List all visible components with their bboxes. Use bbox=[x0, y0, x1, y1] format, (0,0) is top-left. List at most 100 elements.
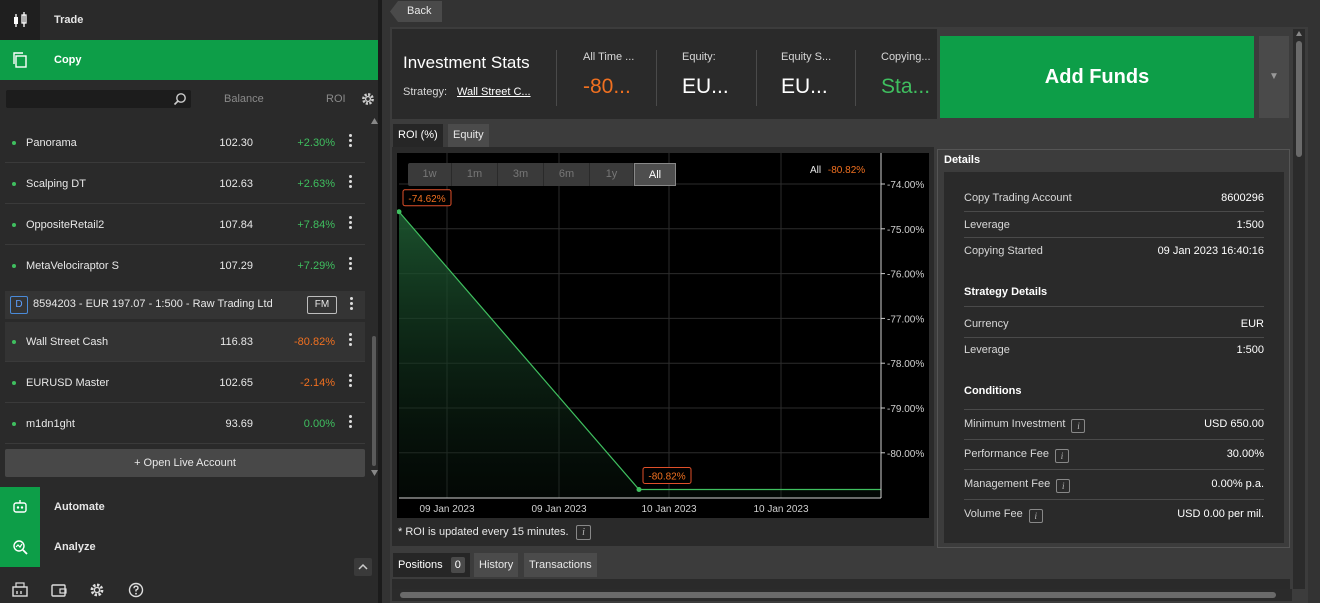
range-button-1y[interactable]: 1y bbox=[590, 163, 634, 186]
more-menu-icon[interactable] bbox=[347, 333, 353, 349]
cashier-icon[interactable] bbox=[11, 582, 29, 598]
detail-row: Volume Fee i USD 0.00 per mil. bbox=[964, 508, 1264, 534]
wallet-icon[interactable] bbox=[50, 582, 68, 598]
balance-column-header[interactable]: Balance bbox=[224, 93, 264, 105]
y-tick-label: -77.00% bbox=[887, 314, 924, 325]
settings-gear-icon[interactable] bbox=[361, 92, 375, 106]
tab-history[interactable]: History bbox=[474, 553, 519, 577]
tab-equity[interactable]: Equity bbox=[448, 124, 489, 147]
detail-row: Copying Started 09 Jan 2023 16:40:16 bbox=[964, 245, 1264, 271]
roi-note: * ROI is updated every 15 minutes. bbox=[398, 526, 569, 538]
more-menu-icon[interactable] bbox=[347, 415, 353, 431]
tab-transactions[interactable]: Transactions bbox=[524, 553, 597, 577]
search-icon[interactable] bbox=[173, 92, 187, 106]
info-icon[interactable]: i bbox=[576, 525, 591, 540]
strategy-name: EURUSD Master bbox=[26, 377, 110, 389]
search-input[interactable] bbox=[6, 90, 191, 108]
range-button-6m[interactable]: 6m bbox=[544, 163, 590, 186]
scroll-up-icon[interactable] bbox=[1296, 31, 1302, 36]
info-icon[interactable]: i bbox=[1028, 509, 1043, 523]
gear-icon[interactable] bbox=[89, 582, 107, 598]
fm-button[interactable]: FM bbox=[307, 296, 337, 314]
detail-key: Leverage bbox=[964, 219, 1010, 231]
scroll-thumb[interactable] bbox=[1296, 41, 1302, 157]
info-icon[interactable]: i bbox=[1056, 479, 1071, 493]
range-button-1m[interactable]: 1m bbox=[452, 163, 498, 186]
detail-value: EUR bbox=[1240, 318, 1264, 330]
detail-key: Currency bbox=[964, 318, 1009, 330]
info-icon[interactable]: i bbox=[1054, 449, 1069, 463]
scroll-thumb[interactable] bbox=[400, 592, 1276, 598]
list-item[interactable]: Scalping DT 102.63 +2.63% bbox=[5, 164, 365, 204]
open-live-account-button[interactable]: + Open Live Account bbox=[5, 449, 365, 477]
detail-key: Minimum Investment i bbox=[964, 418, 1086, 433]
details-title: Details bbox=[944, 154, 981, 166]
range-button-1w[interactable]: 1w bbox=[408, 163, 452, 186]
detail-value: USD 650.00 bbox=[1204, 418, 1264, 430]
chart-legend: All -80.82% bbox=[810, 165, 865, 176]
divider bbox=[964, 469, 1264, 470]
detail-key-text: Management Fee bbox=[964, 478, 1051, 490]
more-menu-icon[interactable] bbox=[347, 216, 353, 232]
add-funds-dropdown[interactable]: ▼ bbox=[1259, 36, 1289, 118]
back-button[interactable]: Back bbox=[390, 1, 442, 22]
detail-key: Management Fee i bbox=[964, 478, 1071, 493]
copying-value: Sta... bbox=[881, 75, 931, 98]
scroll-up-icon[interactable] bbox=[371, 118, 378, 124]
help-icon[interactable] bbox=[128, 582, 146, 598]
detail-value: 09 Jan 2023 16:40:16 bbox=[1157, 245, 1264, 257]
list-item[interactable]: MetaVelociraptor S 107.29 +7.29% bbox=[5, 246, 365, 286]
divider bbox=[964, 237, 1264, 238]
divider bbox=[556, 50, 557, 106]
more-menu-icon[interactable] bbox=[347, 257, 353, 273]
detail-value: 30.00% bbox=[1226, 448, 1264, 460]
scroll-thumb[interactable] bbox=[372, 336, 376, 466]
range-selector: 1w 1m 3m 6m 1y All bbox=[408, 163, 676, 186]
page-title: Investment Stats bbox=[403, 53, 530, 72]
strategy-label: Strategy: bbox=[403, 86, 448, 98]
tab-roi[interactable]: ROI (%) bbox=[393, 124, 443, 147]
scroll-down-icon[interactable] bbox=[371, 470, 378, 476]
account-header[interactable]: D 8594203 - EUR 197.07 - 1:500 - Raw Tra… bbox=[5, 291, 365, 319]
page-scrollbar[interactable] bbox=[1293, 29, 1305, 589]
list-item[interactable]: Panorama 102.30 +2.30% bbox=[5, 123, 365, 163]
nav-copy[interactable]: Copy bbox=[0, 40, 378, 80]
more-menu-icon[interactable] bbox=[347, 134, 353, 150]
y-tick-label: -74.00% bbox=[887, 180, 924, 191]
horizontal-scrollbar[interactable] bbox=[392, 589, 1292, 601]
nav-trade[interactable]: Trade bbox=[0, 0, 378, 40]
divider bbox=[964, 439, 1264, 440]
strategy-name: Panorama bbox=[26, 137, 77, 149]
detail-key: Copying Started bbox=[964, 245, 1043, 257]
nav-automate[interactable]: Automate bbox=[0, 487, 378, 527]
positions-table bbox=[392, 579, 1290, 589]
all-time-value: -80... bbox=[583, 75, 631, 98]
more-menu-icon[interactable] bbox=[348, 297, 354, 313]
strategy-name: OppositeRetail2 bbox=[26, 219, 105, 231]
list-item[interactable]: EURUSD Master 102.65 -2.14% bbox=[5, 363, 365, 403]
status-dot bbox=[12, 422, 16, 426]
info-icon[interactable]: i bbox=[1071, 419, 1086, 433]
detail-value: 8600296 bbox=[1221, 192, 1264, 204]
range-button-all[interactable]: All bbox=[634, 163, 676, 186]
more-menu-icon[interactable] bbox=[347, 175, 353, 191]
y-tick-label: -78.00% bbox=[887, 359, 924, 370]
tab-positions[interactable]: Positions 0 bbox=[393, 553, 470, 577]
strategy-roi: +7.29% bbox=[297, 260, 335, 272]
more-menu-icon[interactable] bbox=[347, 374, 353, 390]
list-scrollbar[interactable] bbox=[370, 118, 378, 478]
list-item[interactable]: m1dn1ght 93.69 0.00% bbox=[5, 404, 365, 444]
strategy-link[interactable]: Wall Street C... bbox=[457, 86, 531, 98]
roi-column-header[interactable]: ROI bbox=[326, 93, 346, 105]
divider bbox=[656, 50, 657, 106]
strategy-name: MetaVelociraptor S bbox=[26, 260, 119, 272]
collapse-button[interactable] bbox=[354, 558, 372, 576]
list-item-selected[interactable]: Wall Street Cash 116.83 -80.82% bbox=[5, 322, 365, 362]
list-item[interactable]: OppositeRetail2 107.84 +7.84% bbox=[5, 205, 365, 245]
add-funds-button[interactable]: Add Funds bbox=[940, 36, 1254, 118]
range-button-3m[interactable]: 3m bbox=[498, 163, 544, 186]
detail-key: Copy Trading Account bbox=[964, 192, 1072, 204]
nav-analyze[interactable]: Analyze bbox=[0, 527, 378, 567]
equity-s-value: EU... bbox=[781, 75, 828, 98]
detail-value: USD 0.00 per mil. bbox=[1177, 508, 1264, 520]
